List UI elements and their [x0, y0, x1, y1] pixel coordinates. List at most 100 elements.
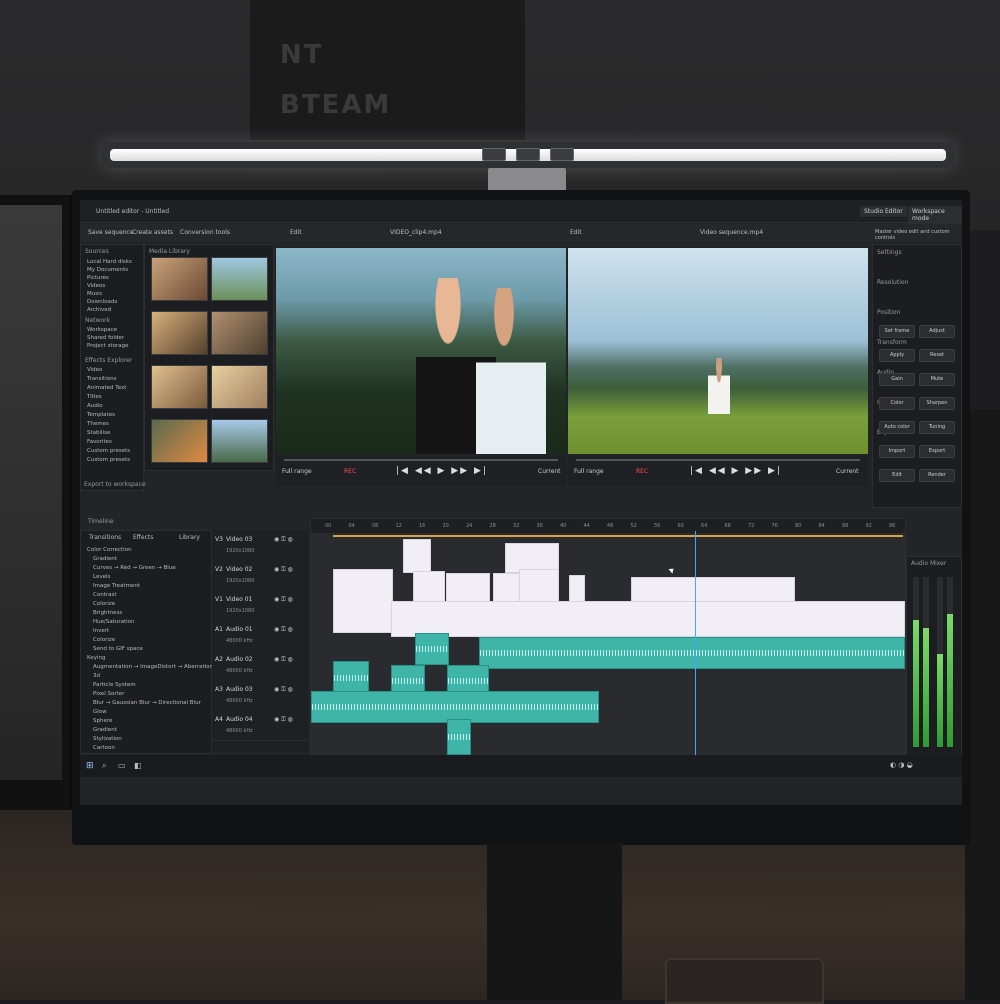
program-scrub-bar[interactable]	[576, 459, 860, 461]
effect-tree-item[interactable]: Blur → Gaussian Blur → Directional Blur	[93, 700, 201, 706]
tab-transitions[interactable]: Transitions	[89, 534, 121, 541]
network-item[interactable]: Project storage	[87, 343, 128, 349]
audio-clip[interactable]	[447, 719, 471, 755]
media-thumbnail[interactable]	[151, 257, 208, 301]
media-thumbnail[interactable]	[151, 311, 208, 355]
media-thumbnail[interactable]	[211, 365, 268, 409]
track-controls[interactable]: ◉ ⚿ ◍	[274, 656, 293, 664]
effect-tree-item[interactable]: Colorize	[93, 601, 115, 607]
effect-tree-item[interactable]: Glow	[93, 709, 107, 715]
track-controls[interactable]: ◉ ⚿ ◍	[274, 536, 293, 544]
effects-explorer-item[interactable]: Titles	[87, 394, 102, 400]
control-button[interactable]: Reset	[919, 349, 955, 362]
network-item[interactable]: Shared folder	[87, 335, 124, 341]
program-playback-controls[interactable]: |◀ ◀◀ ▶ ▶▶ ▶|	[690, 466, 782, 476]
source-item[interactable]: Music	[87, 291, 103, 297]
effect-tree-item[interactable]: Brightness	[93, 610, 122, 616]
track-controls[interactable]: ◉ ⚿ ◍	[274, 716, 293, 724]
control-button[interactable]: Tuning	[919, 421, 955, 434]
media-thumbnail[interactable]	[151, 365, 208, 409]
speaker-icon[interactable]: ◐ ◑ ◒	[890, 761, 913, 769]
effect-tree-item[interactable]: Gradient	[93, 727, 117, 733]
program-rec-button[interactable]: REC	[636, 468, 648, 475]
search-icon[interactable]: ⌕	[102, 761, 106, 771]
control-button[interactable]: Import	[879, 445, 915, 458]
start-icon[interactable]: ⊞	[86, 761, 94, 771]
source-item[interactable]: Archived	[87, 307, 111, 313]
workspace-right-button[interactable]: Workspace mode	[908, 206, 962, 224]
effect-tree-item[interactable]: Send to GIF space	[93, 646, 143, 652]
video-clip[interactable]	[403, 539, 431, 573]
control-button[interactable]: Auto color	[879, 421, 915, 434]
effect-tree-item[interactable]: Colorize	[93, 637, 115, 643]
effects-explorer-item[interactable]: Themes	[87, 421, 109, 427]
track-controls[interactable]: ◉ ⚿ ◍	[274, 566, 293, 574]
source-item[interactable]: Local Hard disks	[87, 259, 132, 265]
track-controls[interactable]: ◉ ⚿ ◍	[274, 596, 293, 604]
work-area-bar[interactable]	[333, 535, 903, 537]
conversion-tools-button[interactable]: Conversion tools	[180, 229, 230, 236]
source-item[interactable]: Downloads	[87, 299, 117, 305]
light-bar-button[interactable]	[550, 148, 574, 161]
effect-tree-item[interactable]: Particle System	[93, 682, 136, 688]
tab-library[interactable]: Library	[179, 534, 200, 541]
timeline-ruler[interactable]: 00 04 08 12 16 20 24 28 32 36 40 44 48 52 56 60 64 68 72 76…	[311, 519, 905, 533]
create-assets-button[interactable]: Create assets	[132, 229, 173, 236]
audio-clip[interactable]	[415, 633, 449, 665]
effect-tree-item[interactable]: Hue/Saturation	[93, 619, 135, 625]
viewer-left-menu[interactable]: Edit	[290, 229, 302, 236]
effect-tree-item[interactable]: Curves → Red → Green → Blue	[93, 565, 176, 571]
effects-explorer-item[interactable]: Templates	[87, 412, 115, 418]
light-bar-button[interactable]	[516, 148, 540, 161]
control-button[interactable]: Edit	[879, 469, 915, 482]
effect-tree-item[interactable]: Color Correction	[87, 547, 132, 553]
program-quality-select[interactable]: Full range	[574, 468, 604, 475]
control-button[interactable]: Gain	[879, 373, 915, 386]
effects-explorer-item[interactable]: Audio	[87, 403, 103, 409]
source-playback-controls[interactable]: |◀ ◀◀ ▶ ▶▶ ▶|	[396, 466, 488, 476]
effects-explorer-item[interactable]: Custom presets	[87, 457, 130, 463]
control-button[interactable]: Sharpen	[919, 397, 955, 410]
control-button[interactable]: Color	[879, 397, 915, 410]
source-item[interactable]: My Documents	[87, 267, 128, 273]
effects-explorer-item[interactable]: Transitions	[87, 376, 116, 382]
source-rec-button[interactable]: REC	[344, 468, 356, 475]
workspace-left-button[interactable]: Studio Editor	[860, 206, 907, 217]
tab-effects[interactable]: Effects	[133, 534, 153, 541]
effect-tree-item[interactable]: 3d	[93, 673, 100, 679]
program-viewer[interactable]	[568, 248, 868, 454]
control-button[interactable]: Export	[919, 445, 955, 458]
effect-tree-item[interactable]: Contrast	[93, 592, 117, 598]
video-clip[interactable]	[391, 601, 905, 637]
source-scrub-bar[interactable]	[284, 459, 558, 461]
effects-explorer-item[interactable]: Video	[87, 367, 102, 373]
effect-tree-item[interactable]: Image Treatment	[93, 583, 140, 589]
effect-tree-item[interactable]: Gradient	[93, 556, 117, 562]
playhead[interactable]	[695, 531, 696, 755]
effect-tree-item[interactable]: Invert	[93, 628, 109, 634]
export-workspace-label[interactable]: Export to workspace	[84, 481, 146, 488]
light-bar-button[interactable]	[482, 148, 506, 161]
media-thumbnail[interactable]	[211, 311, 268, 355]
track-controls[interactable]: ◉ ⚿ ◍	[274, 626, 293, 634]
app-icon[interactable]: ◧	[134, 761, 142, 770]
video-clip[interactable]	[333, 569, 393, 633]
control-button[interactable]: Render	[919, 469, 955, 482]
audio-clip[interactable]	[333, 661, 369, 695]
folder-icon[interactable]: ▭	[118, 761, 126, 770]
audio-clip[interactable]	[479, 637, 905, 669]
control-button[interactable]: Set frame	[879, 325, 915, 338]
effect-tree-item[interactable]: Cartoon	[93, 745, 115, 751]
source-item[interactable]: Pictures	[87, 275, 109, 281]
control-button[interactable]: Mute	[919, 373, 955, 386]
control-button[interactable]: Adjust	[919, 325, 955, 338]
effects-explorer-item[interactable]: Favorites	[87, 439, 112, 445]
effect-tree-item[interactable]: Stylization	[93, 736, 122, 742]
control-button[interactable]: Apply	[879, 349, 915, 362]
media-thumbnail[interactable]	[211, 419, 268, 463]
media-thumbnail[interactable]	[211, 257, 268, 301]
media-thumbnail[interactable]	[151, 419, 208, 463]
effect-tree-item[interactable]: Pixel Sorter	[93, 691, 124, 697]
track-controls[interactable]: ◉ ⚿ ◍	[274, 686, 293, 694]
effect-tree-item[interactable]: Levels	[93, 574, 110, 580]
